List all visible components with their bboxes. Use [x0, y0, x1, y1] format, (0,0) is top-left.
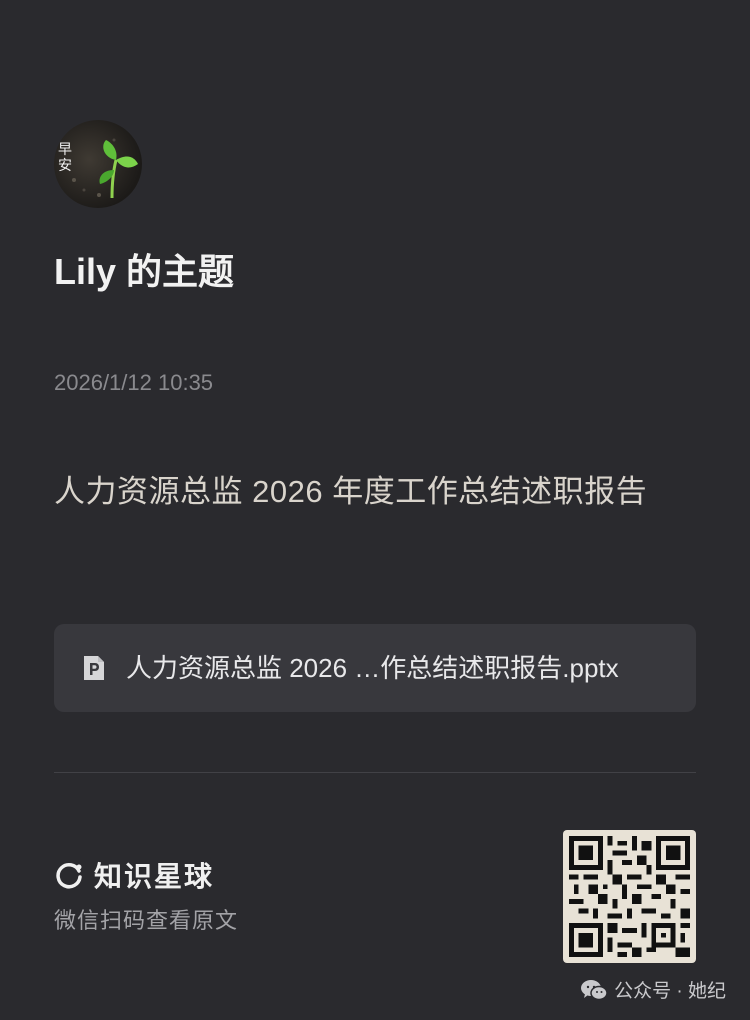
avatar[interactable]: 早安	[54, 120, 142, 208]
qr-code[interactable]	[563, 830, 696, 963]
brand-subtitle: 微信扫码查看原文	[54, 908, 239, 933]
post-description: 人力资源总监 2026 年度工作总结述职报告	[54, 474, 648, 509]
footer-source: 公众号 · 她纪	[580, 976, 726, 1003]
attachment-file-name: 人力资源总监 2026 …作总结述职报告.pptx	[126, 653, 619, 683]
post-timestamp: 2026/1/12 10:35	[54, 370, 214, 395]
attachment-card[interactable]: 人力资源总监 2026 …作总结述职报告.pptx	[54, 624, 696, 712]
qr-code-image	[569, 836, 690, 957]
pptx-file-icon	[84, 656, 104, 680]
divider	[54, 772, 696, 773]
post-card: 早安 Lily 的主题 2026/1/12 10:35 人力资源总监 2026 …	[0, 0, 750, 1020]
brand-name: 知识星球	[94, 861, 215, 892]
footer-label: 公众号 · 她纪	[614, 981, 726, 1002]
brand: 知识星球	[54, 858, 214, 892]
post-title: Lily 的主题	[54, 251, 235, 292]
knowledge-planet-icon	[56, 863, 82, 889]
avatar-text: 早安	[58, 142, 72, 174]
wechat-icon	[581, 979, 608, 1000]
